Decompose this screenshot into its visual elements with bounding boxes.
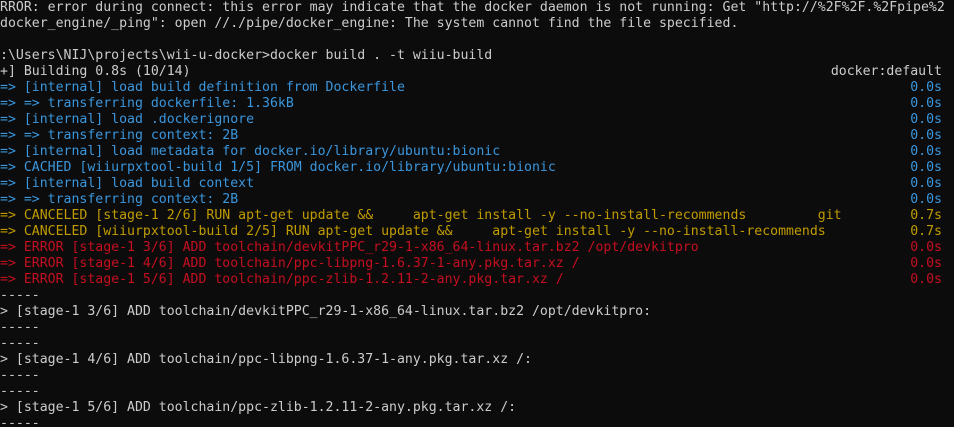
detail-separator: -----: [0, 336, 40, 351]
step-text: => ERROR [stage-1 3/6] ADD toolchain/dev…: [0, 240, 699, 255]
step-time: 0.0s: [910, 96, 942, 111]
build-progress: +] Building 0.8s (10/14): [0, 64, 191, 79]
step-text: => => transferring context: 2B: [0, 192, 239, 207]
step-text: => CANCELED [stage-1 2/6] RUN apt-get up…: [0, 208, 842, 223]
detail-separator: -----: [0, 368, 40, 383]
detail-step-header: > [stage-1 3/6] ADD toolchain/devkitPPC_…: [0, 304, 652, 319]
step-time: 0.0s: [910, 80, 942, 95]
step-time: 0.0s: [910, 160, 942, 175]
step-time: 0.0s: [910, 112, 942, 127]
build-step: => [internal] load .dockerignore 0.0s: [0, 112, 942, 128]
detail-step-header: > [stage-1 5/6] ADD toolchain/ppc-zlib-1…: [0, 400, 517, 415]
detail-separator: -----: [0, 320, 40, 335]
build-context: docker:default: [830, 64, 942, 79]
step-time: 0.0s: [910, 144, 942, 159]
step-text: => => transferring context: 2B: [0, 128, 239, 143]
error-message-line-1: RROR: error during connect: this error m…: [0, 0, 945, 15]
step-text: => CACHED [wiiurpxtool-build 1/5] FROM d…: [0, 160, 556, 175]
detail-separator: -----: [0, 384, 40, 399]
step-time: 0.0s: [910, 272, 942, 287]
build-step-error: => ERROR [stage-1 3/6] ADD toolchain/dev…: [0, 240, 942, 256]
build-step: => => transferring dockerfile: 1.36kB 0.…: [0, 96, 942, 112]
build-step-error: => ERROR [stage-1 5/6] ADD toolchain/ppc…: [0, 272, 942, 288]
terminal-window[interactable]: RROR: error during connect: this error m…: [0, 0, 954, 427]
build-step: => [internal] load build definition from…: [0, 80, 942, 96]
build-step: => [internal] load build context 0.0s: [0, 176, 942, 192]
build-step: => CACHED [wiiurpxtool-build 1/5] FROM d…: [0, 160, 942, 176]
step-time: 0.0s: [910, 240, 942, 255]
build-step: => => transferring context: 2B 0.0s: [0, 192, 942, 208]
build-step: => [internal] load metadata for docker.i…: [0, 144, 942, 160]
step-text: => [internal] load build context: [0, 176, 255, 191]
detail-separator: -----: [0, 288, 40, 303]
step-time: 0.0s: [910, 256, 942, 271]
error-message-line-2: docker_engine/_ping": open //./pipe/dock…: [0, 16, 739, 31]
step-text: => [internal] load .dockerignore: [0, 112, 255, 127]
step-text: => ERROR [stage-1 5/6] ADD toolchain/ppc…: [0, 272, 564, 287]
step-time: 0.0s: [910, 192, 942, 207]
step-text: => [internal] load build definition from…: [0, 80, 405, 95]
build-step: => => transferring context: 2B 0.0s: [0, 128, 942, 144]
step-time: 0.7s: [910, 208, 942, 223]
command-prompt: :\Users\NIJ\projects\wii-u-docker>docker…: [0, 48, 493, 63]
build-step-canceled: => CANCELED [wiiurpxtool-build 2/5] RUN …: [0, 224, 942, 240]
step-text: => ERROR [stage-1 4/6] ADD toolchain/ppc…: [0, 256, 580, 271]
detail-separator: -----: [0, 416, 40, 427]
step-text: => CANCELED [wiiurpxtool-build 2/5] RUN …: [0, 224, 826, 239]
build-status-line: +] Building 0.8s (10/14) docker:default: [0, 64, 942, 80]
step-time: 0.0s: [910, 128, 942, 143]
step-time: 0.7s: [910, 224, 942, 239]
build-step-canceled: => CANCELED [stage-1 2/6] RUN apt-get up…: [0, 208, 942, 224]
detail-step-header: > [stage-1 4/6] ADD toolchain/ppc-libpng…: [0, 352, 532, 367]
step-text: => => transferring dockerfile: 1.36kB: [0, 96, 294, 111]
step-time: 0.0s: [910, 176, 942, 191]
build-step-error: => ERROR [stage-1 4/6] ADD toolchain/ppc…: [0, 256, 942, 272]
step-text: => [internal] load metadata for docker.i…: [0, 144, 501, 159]
